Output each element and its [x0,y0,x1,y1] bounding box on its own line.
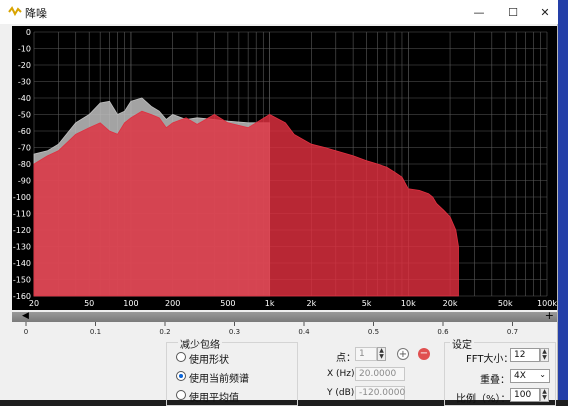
point-spinner[interactable]: ▲▼ [377,347,386,361]
x-tick-label: 100 [123,299,138,308]
position-ruler[interactable]: ◀ + [12,312,557,322]
y-tick-label: -80 [18,160,31,169]
overlap-value: 4X [514,371,526,381]
x-tick-label: 10k [401,299,416,308]
radio-use-shape[interactable] [176,352,186,362]
x-tick-label: 5k [362,299,372,308]
y-tick-label: -90 [18,177,31,186]
noise-reduction-dialog: 降噪 — ☐ ✕ 0 -10 -20 -30 -40 -50 -60 -70 -80 -90 -10… [0,0,558,400]
window-title: 降噪 [25,5,47,21]
y-tick-label: -50 [18,111,31,120]
overlap-label: 重叠： [480,371,510,386]
y-tick-label: -120 [13,226,31,235]
radio-use-current-spectrum-label[interactable]: 使用当前频谱 [189,370,249,385]
x-tick-label: 50k [498,299,513,308]
x-tick-label: 200 [165,299,180,308]
y-tick-label: -100 [13,193,31,202]
x-tick-label: 50 [84,299,94,308]
y-tick-label: -70 [18,144,31,153]
x-tick-label: 20k [443,299,458,308]
y-db-input[interactable]: -120.0000 [355,386,405,400]
x-tick-label: 100k [537,299,557,308]
point-input[interactable]: 1 [355,347,377,361]
x-tick-label: 2k [307,299,317,308]
x-tick-label: 500 [220,299,235,308]
fft-size-input[interactable]: 12 [510,348,540,362]
y-tick-label: -150 [13,276,31,285]
x-hz-label: X (Hz): [327,369,358,379]
maximize-button[interactable]: ☐ [496,0,530,24]
radio-use-current-spectrum[interactable] [176,371,186,381]
radio-use-average-label[interactable]: 使用平均值 [189,389,239,404]
y-tick-label: -40 [18,94,31,103]
close-button[interactable]: ✕ [528,0,562,24]
spectrum-plot[interactable]: 0 -10 -20 -30 -40 -50 -60 -70 -80 -90 -100 -110 -120… [12,26,557,310]
point-label: 点： [336,349,356,364]
x-hz-input[interactable]: 20.0000 [355,367,405,381]
reduce-group-title: 减少包络 [178,336,222,351]
fft-size-label: FFT大小： [466,350,513,365]
x-tick-label: 20 [29,299,39,308]
ratio-label: 比例（%）： [456,390,511,405]
y-tick-label: -30 [18,78,31,87]
remove-point-icon[interactable]: − [418,348,430,360]
x-tick-label: 1k [265,299,275,308]
y-db-label: Y (dB): [327,388,357,398]
y-tick-label: -130 [13,243,31,252]
fft-size-spinner[interactable]: ▲▼ [540,348,549,362]
y-tick-label: -140 [13,259,31,268]
scale-tick-label: 0 [24,328,28,336]
minimize-button[interactable]: — [462,0,496,24]
position-scale-ticks: 0 0.1 0.2 0.3 0.4 0.5 0.6 0.7 [12,322,557,336]
ruler-left-arrow-icon[interactable]: ◀ [22,311,29,321]
y-tick-label: -110 [13,210,31,219]
radio-use-average[interactable] [176,390,186,400]
y-tick-label: -10 [18,45,31,54]
title-bar: 降噪 — ☐ ✕ [0,0,558,24]
scale-tick-label: 0.1 [90,328,101,336]
app-icon [8,6,22,18]
y-tick-label: -20 [18,61,31,70]
scale-tick-label: 0.4 [298,328,310,336]
scale-tick-label: 0.3 [229,328,240,336]
settings-group-title: 设定 [450,336,474,351]
chevron-down-icon: ⌄ [539,370,546,379]
radio-use-shape-label[interactable]: 使用形状 [189,351,229,366]
spectrum-chart[interactable]: 0 -10 -20 -30 -40 -50 -60 -70 -80 -90 -100 -110 -120… [12,26,557,310]
scale-tick-label: 0.5 [368,328,379,336]
scale-tick-label: 0.7 [507,328,518,336]
ruler-plus-icon[interactable]: + [545,309,554,322]
position-scale: 0 0.1 0.2 0.3 0.4 0.5 0.6 0.7 [12,322,557,336]
y-tick-label: 0 [26,28,31,37]
add-point-icon[interactable]: + [397,348,409,360]
overlap-select[interactable]: 4X ⌄ [510,369,550,383]
scale-tick-label: 0.2 [159,328,170,336]
scale-tick-label: 0.6 [437,328,449,336]
y-tick-label: -60 [18,127,31,136]
